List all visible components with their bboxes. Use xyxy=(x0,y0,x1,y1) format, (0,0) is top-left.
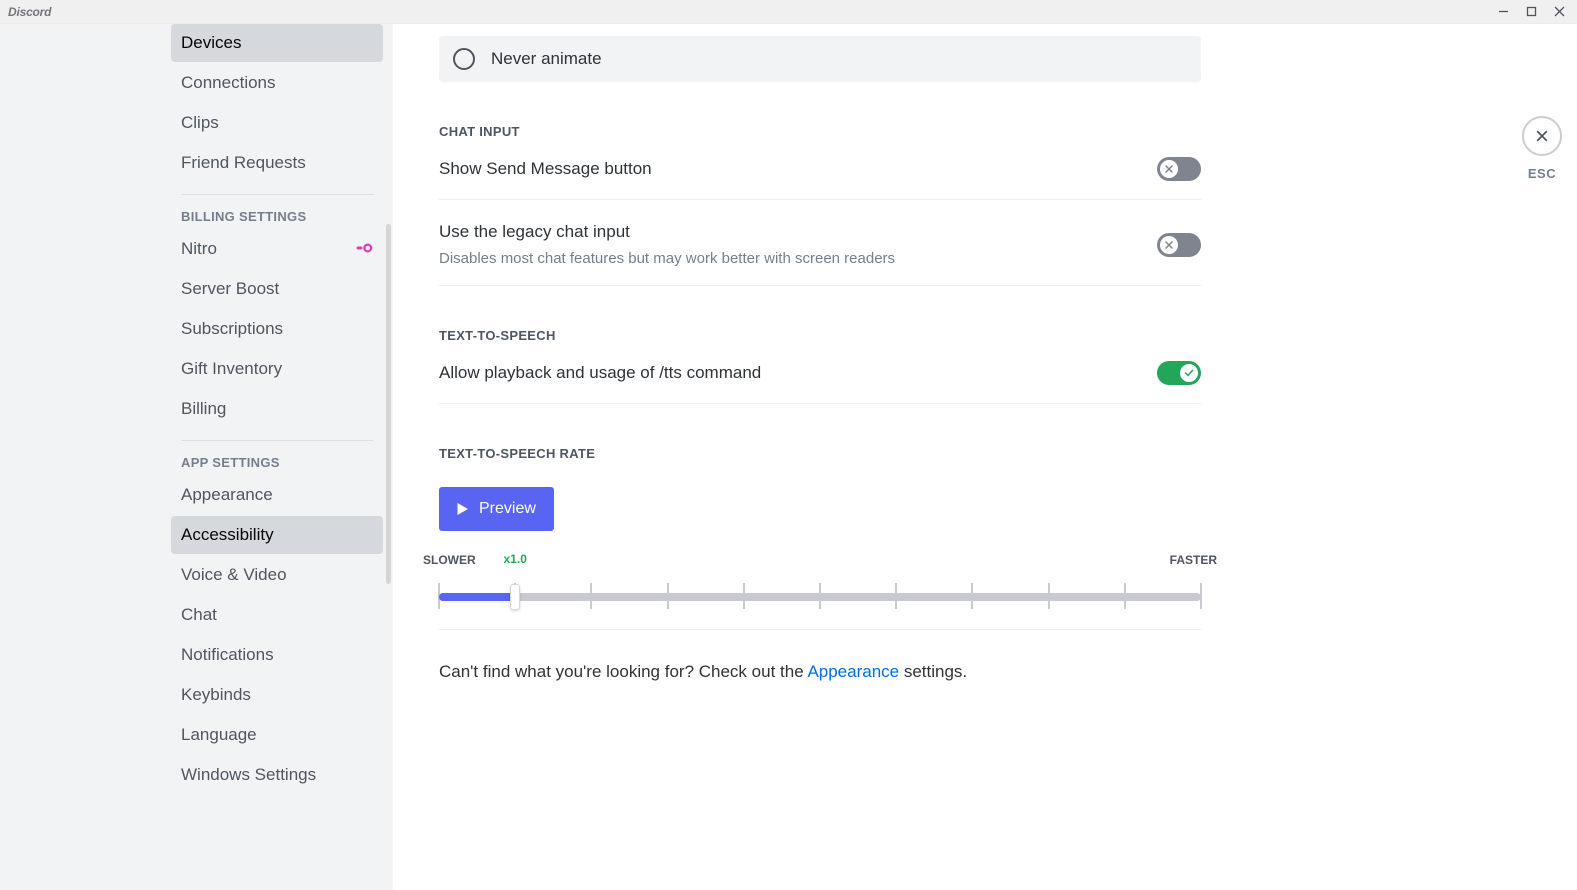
settings-content[interactable]: Never animate CHAT INPUT Show Send Messa… xyxy=(393,24,1507,890)
section-heading-chat-input: CHAT INPUT xyxy=(439,124,1201,139)
sidebar-item-connections[interactable]: Connections xyxy=(171,64,383,102)
titlebar: Discord xyxy=(0,0,1577,24)
slider-tick xyxy=(1124,583,1126,609)
setting-label: Show Send Message button xyxy=(439,159,652,179)
setting-label: Allow playback and usage of /tts command xyxy=(439,363,761,383)
close-column: ESC xyxy=(1507,24,1577,890)
sidebar-item-clips[interactable]: Clips xyxy=(171,104,383,142)
sidebar-item-label: Keybinds xyxy=(181,685,251,705)
sidebar-heading-app: APP SETTINGS xyxy=(171,455,383,470)
scrollbar-thumb[interactable] xyxy=(386,224,391,584)
sidebar-item-windows-settings[interactable]: Windows Settings xyxy=(171,756,383,794)
sidebar-item-label: Notifications xyxy=(181,645,274,665)
slider-tick xyxy=(895,583,897,609)
radio-never-animate[interactable]: Never animate xyxy=(439,36,1201,82)
sidebar-heading-billing: BILLING SETTINGS xyxy=(171,209,383,224)
settings-sidebar: Devices Connections Clips Friend Requests B… xyxy=(0,24,393,890)
sidebar-item-label: Connections xyxy=(181,73,276,93)
sidebar-item-nitro[interactable]: Nitro xyxy=(171,230,383,268)
sidebar-item-label: Server Boost xyxy=(181,279,279,299)
sidebar-item-label: Billing xyxy=(181,399,226,419)
setting-show-send-button: Show Send Message button xyxy=(439,155,1201,200)
sidebar-item-chat[interactable]: Chat xyxy=(171,596,383,634)
sidebar-item-notifications[interactable]: Notifications xyxy=(171,636,383,674)
sidebar-item-label: Friend Requests xyxy=(181,153,306,173)
sidebar-item-label: Clips xyxy=(181,113,219,133)
setting-label: Use the legacy chat input xyxy=(439,222,895,242)
sidebar-item-subscriptions[interactable]: Subscriptions xyxy=(171,310,383,348)
sidebar-item-label: Windows Settings xyxy=(181,765,316,785)
sidebar-item-label: Chat xyxy=(181,605,217,625)
toggle-knob xyxy=(1180,364,1198,382)
footnote-text: settings. xyxy=(899,662,967,681)
window-controls xyxy=(1489,1,1573,23)
footnote-text: Can't find what you're looking for? Chec… xyxy=(439,662,807,681)
play-icon xyxy=(453,500,471,518)
sidebar-item-server-boost[interactable]: Server Boost xyxy=(171,270,383,308)
radio-label: Never animate xyxy=(491,49,602,69)
slider-tick xyxy=(743,583,745,609)
close-settings-button[interactable] xyxy=(1522,116,1562,156)
setting-tts-allow: Allow playback and usage of /tts command xyxy=(439,359,1201,404)
sidebar-item-accessibility[interactable]: Accessibility xyxy=(171,516,383,554)
sidebar-item-label: Voice & Video xyxy=(181,565,287,585)
slider-tick xyxy=(590,583,592,609)
slider-label-slower: SLOWER xyxy=(423,553,476,567)
tts-rate-slider: SLOWER FASTER x1.0 xyxy=(439,553,1201,630)
toggle-knob xyxy=(1160,236,1178,254)
sidebar-divider xyxy=(181,194,373,195)
sidebar-item-friend-requests[interactable]: Friend Requests xyxy=(171,144,383,182)
sidebar-item-appearance[interactable]: Appearance xyxy=(171,476,383,514)
window-close-button[interactable] xyxy=(1545,1,1573,23)
toggle-legacy-chat-input[interactable] xyxy=(1157,233,1201,257)
close-icon xyxy=(1534,128,1550,144)
sidebar-item-label: Nitro xyxy=(181,239,217,259)
preview-button[interactable]: Preview xyxy=(439,487,554,531)
slider-value-label: x1.0 xyxy=(504,552,527,566)
radio-icon xyxy=(453,48,475,70)
sidebar-item-keybinds[interactable]: Keybinds xyxy=(171,676,383,714)
app-body: Devices Connections Clips Friend Requests B… xyxy=(0,24,1577,890)
toggle-show-send-button[interactable] xyxy=(1157,157,1201,181)
sidebar-item-label: Subscriptions xyxy=(181,319,283,339)
sidebar-item-label: Accessibility xyxy=(181,525,274,545)
sidebar-item-voice-video[interactable]: Voice & Video xyxy=(171,556,383,594)
close-label: ESC xyxy=(1528,166,1556,181)
sidebar-item-gift-inventory[interactable]: Gift Inventory xyxy=(171,350,383,388)
nitro-icon xyxy=(355,239,373,259)
sidebar-divider xyxy=(181,440,373,441)
maximize-button[interactable] xyxy=(1517,1,1545,23)
preview-button-label: Preview xyxy=(479,500,536,518)
appearance-link[interactable]: Appearance xyxy=(807,662,899,681)
slider-tick xyxy=(1048,583,1050,609)
setting-legacy-chat-input: Use the legacy chat input Disables most … xyxy=(439,220,1201,286)
slider-tick xyxy=(667,583,669,609)
section-heading-tts-rate: TEXT-TO-SPEECH RATE xyxy=(439,446,1201,461)
slider-tick xyxy=(1200,583,1202,609)
slider-tick xyxy=(819,583,821,609)
slider-fill xyxy=(439,593,515,601)
sidebar-item-label: Gift Inventory xyxy=(181,359,282,379)
slider-tick xyxy=(971,583,973,609)
slider-label-faster: FASTER xyxy=(1170,553,1217,567)
slider-thumb[interactable] xyxy=(510,584,520,610)
sidebar-item-label: Language xyxy=(181,725,257,745)
settings-sidebar-scroll[interactable]: Devices Connections Clips Friend Requests B… xyxy=(155,24,393,890)
setting-description: Disables most chat features but may work… xyxy=(439,250,895,267)
app-title: Discord xyxy=(8,5,51,19)
slider-track[interactable] xyxy=(439,593,1201,601)
sidebar-item-billing[interactable]: Billing xyxy=(171,390,383,428)
sidebar-item-language[interactable]: Language xyxy=(171,716,383,754)
footnote: Can't find what you're looking for? Chec… xyxy=(439,662,1201,682)
toggle-tts-allow[interactable] xyxy=(1157,361,1201,385)
sidebar-item-label: Devices xyxy=(181,33,241,53)
minimize-button[interactable] xyxy=(1489,1,1517,23)
section-heading-tts: TEXT-TO-SPEECH xyxy=(439,328,1201,343)
sidebar-item-devices[interactable]: Devices xyxy=(171,24,383,62)
sidebar-item-label: Appearance xyxy=(181,485,273,505)
toggle-knob xyxy=(1160,160,1178,178)
